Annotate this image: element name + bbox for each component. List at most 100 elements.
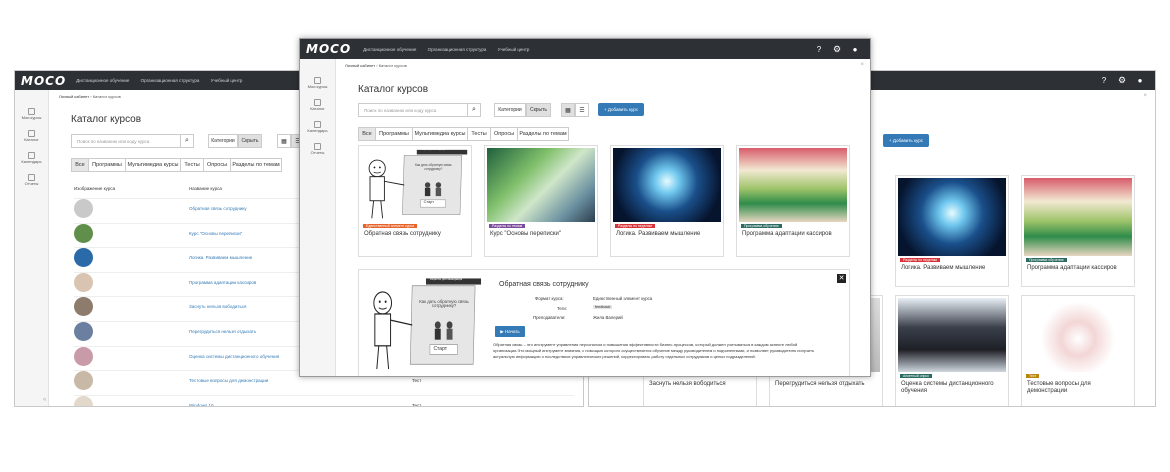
sidebar-item-my-courses[interactable]: Мои курсы <box>15 108 48 120</box>
course-name-link[interactable]: Программа адаптации кассиров <box>189 280 256 285</box>
hide-button[interactable]: Скрыть <box>526 103 551 117</box>
nav-distance-learning[interactable]: Дистанционное обучение <box>363 47 416 52</box>
nav-training-center[interactable]: Учебный центр <box>211 78 243 83</box>
window-catalog-detail: MOCO Дистанционное обучение Организацион… <box>299 38 871 377</box>
course-card[interactable]: Тест Тестовые вопросы для демонстрации <box>1021 295 1135 406</box>
main-nav: Дистанционное обучение Организационная с… <box>363 47 529 52</box>
tab-sections[interactable]: Разделы по темам <box>230 158 282 172</box>
sidebar-item-calendar[interactable]: Календарь <box>300 121 335 133</box>
search-icon: ⌕ <box>472 106 476 113</box>
category-toggle: Категории Скрыть <box>208 134 262 148</box>
course-card[interactable]: Разделы по неделям Логика. Развиваем мышл… <box>895 175 1009 287</box>
list-view-button[interactable]: ☰ <box>575 103 589 117</box>
sidebar-item-my-courses[interactable]: Мои курсы <box>300 77 335 89</box>
search-button[interactable]: ⌕ <box>180 135 193 147</box>
detail-tag[interactable]: feedback <box>593 305 613 309</box>
course-card[interactable]: Как дать обратную связь сотруднику? Старт… <box>358 145 472 257</box>
course-card-title: Программа адаптации кассиров <box>742 231 832 237</box>
tab-tests[interactable]: Тесты <box>180 158 204 172</box>
gear-icon[interactable]: ⚙ <box>1113 75 1131 86</box>
sidebar-item-catalog[interactable]: Каталог <box>300 99 335 111</box>
gear-icon[interactable]: ⚙ <box>828 44 846 55</box>
course-type: Тест <box>412 402 422 407</box>
close-icon[interactable]: × <box>860 62 864 68</box>
course-card[interactable]: Разделы по темам Курс "Основы переписки" <box>484 145 598 257</box>
help-icon[interactable]: ? <box>1095 76 1113 85</box>
course-card[interactable]: Разделы по неделям Логика. Развиваем мышл… <box>610 145 724 257</box>
tab-all[interactable]: Все <box>358 127 376 141</box>
tab-multimedia[interactable]: Мультимедиа курсы <box>125 158 181 172</box>
add-course-button[interactable]: + Добавить курс <box>598 103 644 116</box>
sidebar-label: Отчеты <box>24 181 39 186</box>
categories-button[interactable]: Категории <box>208 134 238 148</box>
hide-button[interactable]: Скрыть <box>238 134 262 148</box>
course-card[interactable]: Программа обучения Программа адаптации ка… <box>1021 175 1135 287</box>
tab-polls[interactable]: Опросы <box>203 158 231 172</box>
course-thumbnail <box>74 371 93 391</box>
grid-view-button[interactable]: ▦ <box>277 134 291 148</box>
course-illustration: Как дать обратную связь сотруднику? Старт… <box>365 276 483 374</box>
start-course-button[interactable]: ▶ Начать <box>495 326 525 337</box>
help-icon[interactable]: ? <box>810 45 828 54</box>
course-name-link[interactable]: Обратная связь сотруднику <box>189 206 247 211</box>
close-icon[interactable]: × <box>1143 93 1147 99</box>
course-type-tabs: Все Программы Мультимедиа курсы Тесты Оп… <box>71 158 282 172</box>
grid-view-button[interactable]: ▦ <box>561 103 575 117</box>
sidebar-label: Календарь <box>307 128 328 133</box>
sidebar-item-reports[interactable]: Отчеты <box>15 174 48 186</box>
user-icon[interactable]: ● <box>1131 76 1149 85</box>
category-toggle: Категории Скрыть <box>494 103 551 117</box>
search-button[interactable]: ⌕ <box>467 104 480 116</box>
table-header-name[interactable]: Название курса <box>189 186 222 191</box>
course-name-link[interactable]: Логика. Развиваем мышление <box>189 255 252 260</box>
tab-all[interactable]: Все <box>71 158 89 172</box>
course-card[interactable]: Анкетный опрос Оценка системы дистанционн… <box>895 295 1009 406</box>
tab-sections[interactable]: Разделы по темам <box>517 127 569 141</box>
search-icon: ⌕ <box>185 137 189 144</box>
tab-multimedia[interactable]: Мультимедиа курсы <box>412 127 468 141</box>
course-card[interactable]: Программа обучения Программа адаптации ка… <box>736 145 850 257</box>
sidebar-item-reports[interactable]: Отчеты <box>300 143 335 155</box>
course-name-link[interactable]: Заснуть нельзя вободиться <box>189 304 246 309</box>
course-name-link[interactable]: Windows 10 <box>189 403 214 406</box>
breadcrumb-sep: › <box>376 63 378 68</box>
course-name-link[interactable]: Тестовые вопросы для демонстрации <box>189 378 268 383</box>
tab-programs[interactable]: Программы <box>375 127 413 141</box>
illustration-question: Как дать обратную связь сотруднику? <box>419 298 469 309</box>
course-name-link[interactable]: Курс "Основы переписки" <box>189 231 242 236</box>
logo[interactable]: MOCO <box>306 42 351 56</box>
nav-org-structure[interactable]: Организационная структура <box>428 47 487 52</box>
sidebar-item-calendar[interactable]: Календарь <box>15 152 48 164</box>
categories-button[interactable]: Категории <box>494 103 526 117</box>
tab-programs[interactable]: Программы <box>88 158 126 172</box>
course-type-tabs: Все Программы Мультимедиа курсы Тесты Оп… <box>358 127 569 141</box>
course-name-link[interactable]: Перегрудиться нельзя отдыхать <box>189 329 256 334</box>
close-detail-button[interactable]: ✕ <box>837 274 846 283</box>
table-row[interactable]: Windows 10 Тест <box>74 394 574 407</box>
course-name-link[interactable]: Оценка системы дистанционного обучения <box>189 354 279 359</box>
breadcrumb-home[interactable]: Личный кабинет <box>59 94 89 99</box>
search-input[interactable]: Поиск по названию или коду курса <box>359 108 467 113</box>
sidebar-collapse-icon[interactable]: « <box>43 397 46 403</box>
sign-illustration <box>361 148 469 222</box>
search-input[interactable]: Поиск по названию или коду курса <box>72 139 180 144</box>
add-course-button-back[interactable]: + Добавить курс <box>883 134 929 147</box>
course-type-badge: Разделы по неделям <box>900 258 940 262</box>
tab-tests[interactable]: Тесты <box>467 127 491 141</box>
course-type-badge: Тест <box>1026 374 1040 378</box>
course-card-title: Тестовые вопросы для демонстрации <box>1027 381 1091 394</box>
nav-training-center[interactable]: Учебный центр <box>498 47 530 52</box>
sidebar-item-catalog[interactable]: Каталог <box>15 130 48 142</box>
table-header-image[interactable]: Изображение курса <box>74 186 115 191</box>
course-image <box>1024 298 1132 372</box>
illustration-banner: Рецепты для менеджера <box>429 276 463 281</box>
course-thumbnail <box>74 199 93 218</box>
logo[interactable]: MOCO <box>21 74 66 88</box>
user-icon[interactable]: ● <box>846 45 864 54</box>
detail-format-label: Формат курса: <box>535 296 564 301</box>
breadcrumb-home[interactable]: Личный кабинет <box>345 63 375 68</box>
nav-distance-learning[interactable]: Дистанционное обучение <box>76 78 129 83</box>
tab-polls[interactable]: Опросы <box>490 127 518 141</box>
close-icon: ✕ <box>838 275 845 282</box>
nav-org-structure[interactable]: Организационная структура <box>141 78 200 83</box>
